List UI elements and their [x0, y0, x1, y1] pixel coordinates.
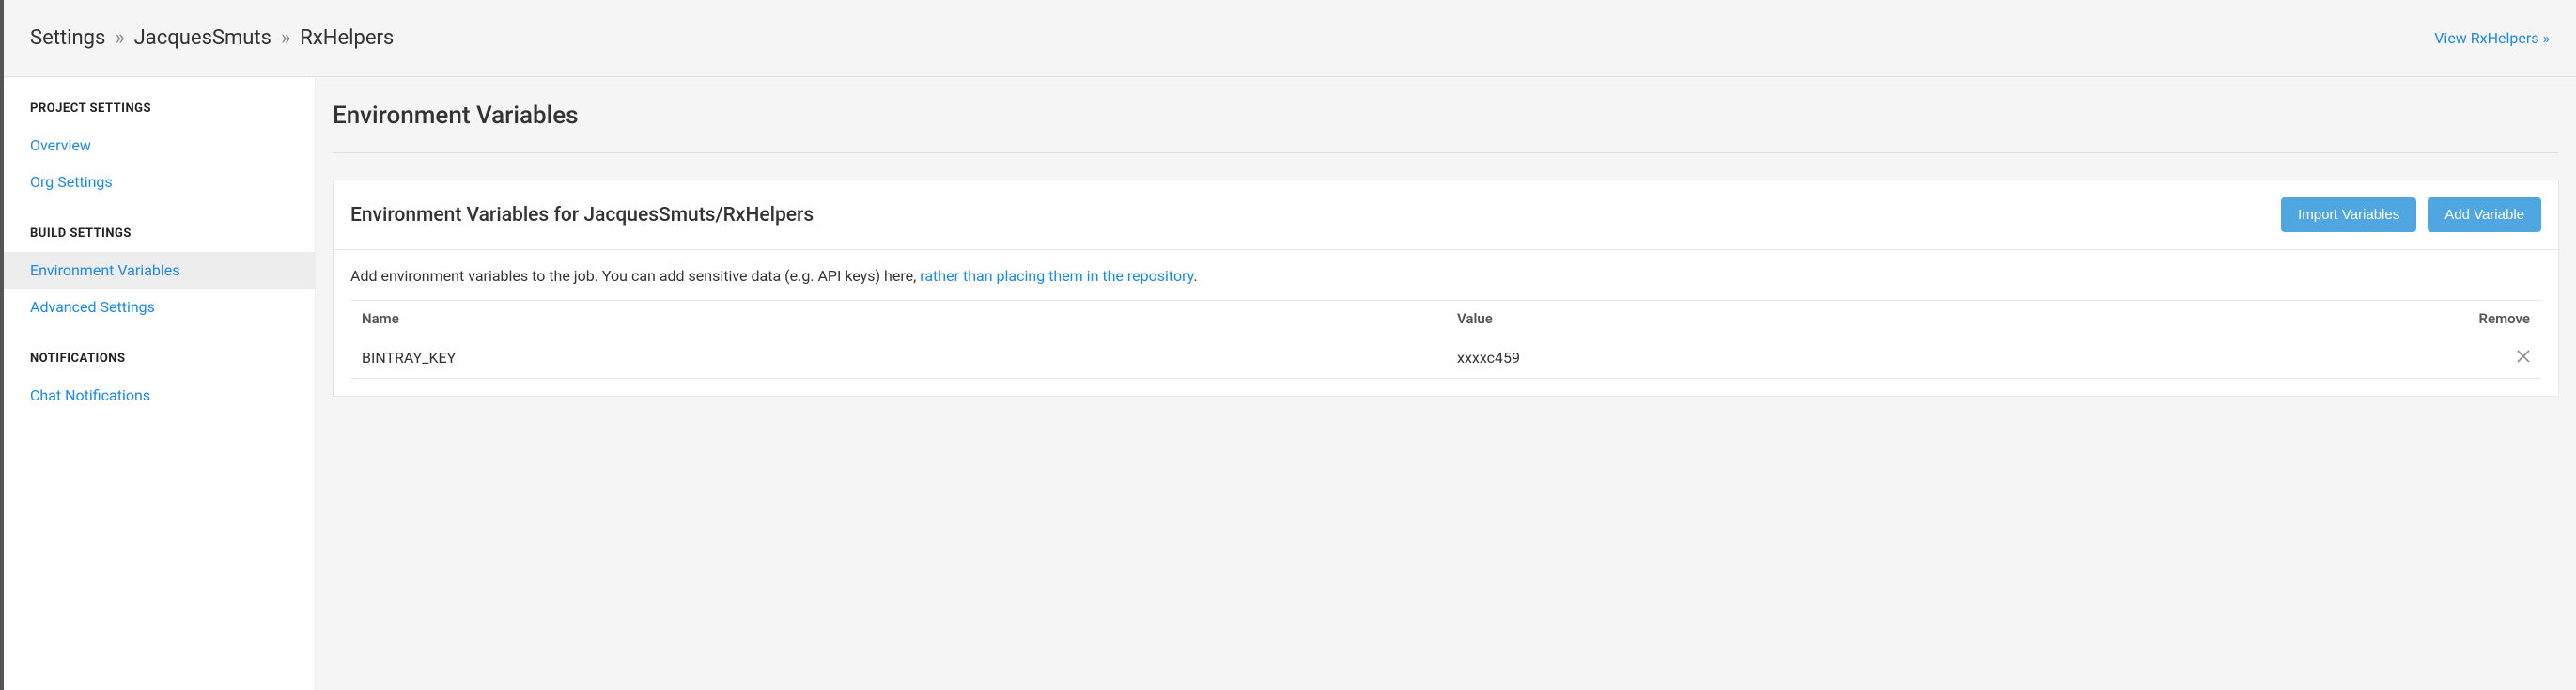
- sidebar-section-title: PROJECT SETTINGS: [4, 102, 315, 127]
- table-header-remove: Remove: [2322, 301, 2541, 337]
- sidebar-section-title: NOTIFICATIONS: [4, 352, 315, 377]
- panel-title: Environment Variables for JacquesSmuts/R…: [350, 204, 814, 227]
- breadcrumb-root: Settings: [30, 26, 105, 50]
- env-var-name: BINTRAY_KEY: [350, 337, 1446, 379]
- sidebar-item-org-settings[interactable]: Org Settings: [4, 164, 315, 200]
- env-var-value: xxxxc459: [1446, 337, 2322, 379]
- view-project-link[interactable]: View RxHelpers »: [2434, 29, 2550, 47]
- sidebar-section-notifications: NOTIFICATIONS Chat Notifications: [4, 352, 315, 414]
- description-link[interactable]: rather than placing them in the reposito…: [920, 267, 1193, 285]
- sidebar-section-build-settings: BUILD SETTINGS Environment Variables Adv…: [4, 227, 315, 325]
- panel-body: Add environment variables to the job. Yo…: [334, 250, 2558, 379]
- panel-header: Environment Variables for JacquesSmuts/R…: [334, 180, 2558, 250]
- sidebar-item-environment-variables[interactable]: Environment Variables: [4, 252, 315, 289]
- description-text-suffix: .: [1193, 267, 1197, 285]
- main-content: Environment Variables Environment Variab…: [316, 77, 2576, 690]
- panel-actions: Import Variables Add Variable: [2281, 197, 2541, 232]
- sidebar-item-chat-notifications[interactable]: Chat Notifications: [4, 377, 315, 414]
- breadcrumb-sep-icon: »: [281, 26, 290, 50]
- breadcrumb-sep-icon: »: [115, 26, 124, 50]
- breadcrumb: Settings » JacquesSmuts » RxHelpers: [30, 26, 394, 50]
- close-icon: [2517, 350, 2530, 363]
- env-vars-panel: Environment Variables for JacquesSmuts/R…: [333, 180, 2559, 397]
- table-header-name: Name: [350, 301, 1446, 337]
- env-vars-table: Name Value Remove BINTRAY_KEY xxxxc459: [350, 300, 2541, 379]
- sidebar-item-overview[interactable]: Overview: [4, 127, 315, 164]
- sidebar-item-advanced-settings[interactable]: Advanced Settings: [4, 289, 315, 325]
- add-variable-button[interactable]: Add Variable: [2428, 197, 2541, 232]
- table-header-value: Value: [1446, 301, 2322, 337]
- sidebar-section-title: BUILD SETTINGS: [4, 227, 315, 252]
- panel-description: Add environment variables to the job. Yo…: [350, 267, 2541, 285]
- table-row: BINTRAY_KEY xxxxc459: [350, 337, 2541, 379]
- breadcrumb-org: JacquesSmuts: [134, 26, 272, 50]
- page-title: Environment Variables: [333, 102, 2559, 153]
- breadcrumb-project: RxHelpers: [300, 26, 394, 50]
- sidebar: PROJECT SETTINGS Overview Org Settings B…: [4, 77, 316, 690]
- sidebar-section-project-settings: PROJECT SETTINGS Overview Org Settings: [4, 102, 315, 200]
- remove-icon[interactable]: [2513, 349, 2530, 366]
- description-text-prefix: Add environment variables to the job. Yo…: [350, 267, 920, 285]
- breadcrumb-bar: Settings » JacquesSmuts » RxHelpers View…: [4, 0, 2576, 77]
- import-variables-button[interactable]: Import Variables: [2281, 197, 2416, 232]
